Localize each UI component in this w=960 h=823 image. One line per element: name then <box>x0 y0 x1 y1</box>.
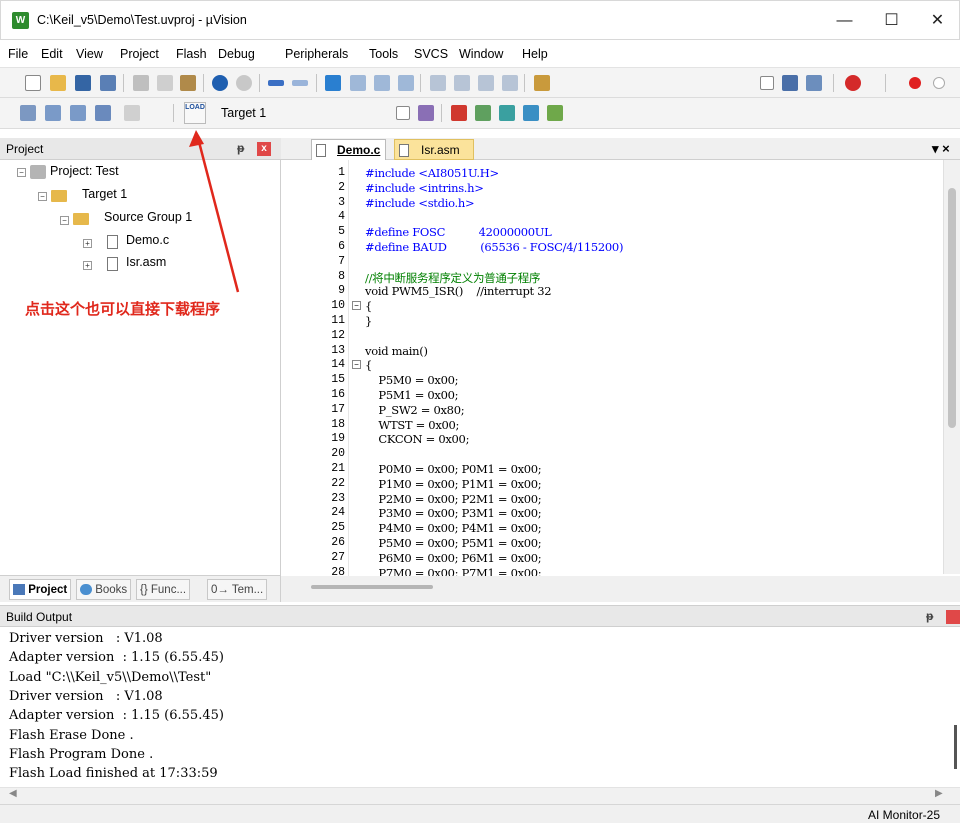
line-number: 14 <box>331 358 345 372</box>
line-number: 9 <box>338 284 345 298</box>
code-line: #include <stdio.h> <box>365 195 475 210</box>
scroll-thumb[interactable] <box>948 188 956 428</box>
fold-icon[interactable]: − <box>352 360 361 370</box>
books-icon <box>80 584 92 596</box>
editor-tab-bar: Demo.c Isr.asm ▾ × <box>281 138 960 160</box>
line-number: 25 <box>331 521 345 535</box>
build-output-header: Build Output ᵽ <box>0 605 960 627</box>
line-number: 26 <box>331 536 345 549</box>
line-number: 19 <box>331 432 345 446</box>
build-output-line: Driver version : V1.08 <box>9 688 163 704</box>
code-line: CKCON = 0x00; <box>365 432 470 447</box>
line-number: 13 <box>331 343 345 357</box>
tab-project-label: Project <box>28 584 68 596</box>
code-line: P1M0 = 0x00; P1M1 = 0x00; <box>365 476 542 491</box>
build-output-line: Flash Program Done . <box>9 746 154 762</box>
code-line: //将中断服务程序定义为普通子程序 <box>365 270 541 285</box>
line-number: 18 <box>331 417 345 431</box>
code-line: #include <AI8051U.H> <box>365 166 499 180</box>
line-number: 4 <box>338 210 345 224</box>
line-number: 12 <box>331 328 345 342</box>
build-output-title: Build Output <box>6 610 73 624</box>
line-number: 8 <box>338 269 345 283</box>
line-number: 21 <box>331 462 345 475</box>
build-horizontal-scrollbar[interactable]: ◀ ▶ <box>0 787 960 804</box>
tab-project[interactable]: Project <box>9 579 72 600</box>
fold-icon[interactable]: − <box>352 301 361 311</box>
status-debugger: AI Monitor-25 <box>868 808 941 822</box>
code-line: { <box>365 358 373 373</box>
file-icon <box>316 144 326 157</box>
code-line: P5M1 = 0x00; <box>365 388 459 402</box>
code-line: P_SW2 = 0x80; <box>365 402 465 417</box>
line-number: 1 <box>338 166 345 179</box>
build-output-line: Flash Erase Done . <box>9 727 134 743</box>
file-icon <box>399 144 409 157</box>
code-line: P0M0 = 0x00; P0M1 = 0x00; <box>365 462 542 476</box>
line-number: 16 <box>331 388 345 401</box>
build-output-body: Driver version : V1.08 Adapter version : … <box>0 627 960 787</box>
line-number: 27 <box>331 550 345 564</box>
project-tab-icon <box>13 584 25 596</box>
tab-functions[interactable]: {} Func... <box>136 579 191 600</box>
tab-books[interactable]: Books <box>76 579 132 600</box>
line-number: 6 <box>338 240 345 253</box>
line-number: 5 <box>338 225 345 239</box>
code-line: P3M0 = 0x00; P3M1 = 0x00; <box>365 506 542 521</box>
code-line: P4M0 = 0x00; P4M1 = 0x00; <box>365 521 542 536</box>
code-editor[interactable]: 1 #include <AI8051U.H> 2 #include <intrins.… <box>281 160 960 580</box>
code-line: void main() <box>365 343 428 358</box>
scroll-thumb[interactable] <box>311 585 433 589</box>
build-output-line: Flash Load finished at 17:33:59 <box>9 766 218 782</box>
scroll-right-icon[interactable]: ▶ <box>935 788 943 799</box>
tab-demo-c-label: Demo.c <box>337 143 381 157</box>
build-output-line: Adapter version : 1.15 (6.55.45) <box>9 650 224 666</box>
build-output-line: Driver version : V1.08 <box>9 631 163 646</box>
code-line: #include <intrins.h> <box>365 180 484 195</box>
line-number: 3 <box>338 195 345 209</box>
build-output-line: Load "C:\\Keil_v5\\Demo\\Test" <box>9 669 212 685</box>
code-line: #define BAUD (65536 - FOSC/4/115200) <box>365 240 624 254</box>
tab-demo-c[interactable]: Demo.c <box>311 139 386 160</box>
code-line: } <box>365 314 373 328</box>
tab-menu-icon[interactable]: ▾ × <box>932 141 950 157</box>
tab-templates[interactable]: 0→ Tem... <box>207 579 268 600</box>
project-panel-tabs: Project Books {} Func... 0→ Tem... <box>0 575 281 602</box>
code-line: P5M0 = 0x00; <box>365 373 459 388</box>
tab-isr-asm-label: Isr.asm <box>421 143 460 157</box>
editor-horizontal-scrollbar[interactable] <box>281 576 960 602</box>
line-number: 7 <box>338 254 345 268</box>
line-number: 11 <box>331 314 345 327</box>
line-number: 20 <box>331 447 345 461</box>
code-line: void PWM5_ISR() //interrupt 32 <box>365 284 552 299</box>
line-number: 10 <box>331 299 345 313</box>
code-line: P5M0 = 0x00; P5M1 = 0x00; <box>365 536 542 550</box>
line-number: 23 <box>331 491 345 505</box>
build-output-line: Adapter version : 1.15 (6.55.45) <box>9 708 224 724</box>
tab-books-label: Books <box>95 584 128 596</box>
code-line: P2M0 = 0x00; P2M1 = 0x00; <box>365 491 542 506</box>
line-number: 15 <box>331 373 345 387</box>
line-number: 22 <box>331 476 345 490</box>
close-panel-icon[interactable] <box>946 610 960 624</box>
code-line: WTST = 0x00; <box>365 417 460 432</box>
tab-isr-asm[interactable]: Isr.asm <box>394 139 474 160</box>
code-line: { <box>365 299 373 314</box>
line-number: 24 <box>331 506 345 520</box>
editor-vertical-scrollbar[interactable] <box>943 160 960 574</box>
status-bar: AI Monitor-25 <box>0 804 960 823</box>
code-line: P6M0 = 0x00; P6M1 = 0x00; <box>365 550 542 565</box>
code-line: #define FOSC 42000000UL <box>365 225 552 240</box>
pin-icon[interactable]: ᵽ <box>926 609 933 623</box>
scroll-left-icon[interactable]: ◀ <box>9 788 17 799</box>
line-number: 17 <box>331 402 345 416</box>
line-number: 2 <box>338 180 345 194</box>
annotation-text: 点击这个也可以直接下载程序 <box>25 301 221 318</box>
scroll-thumb[interactable] <box>954 725 957 769</box>
